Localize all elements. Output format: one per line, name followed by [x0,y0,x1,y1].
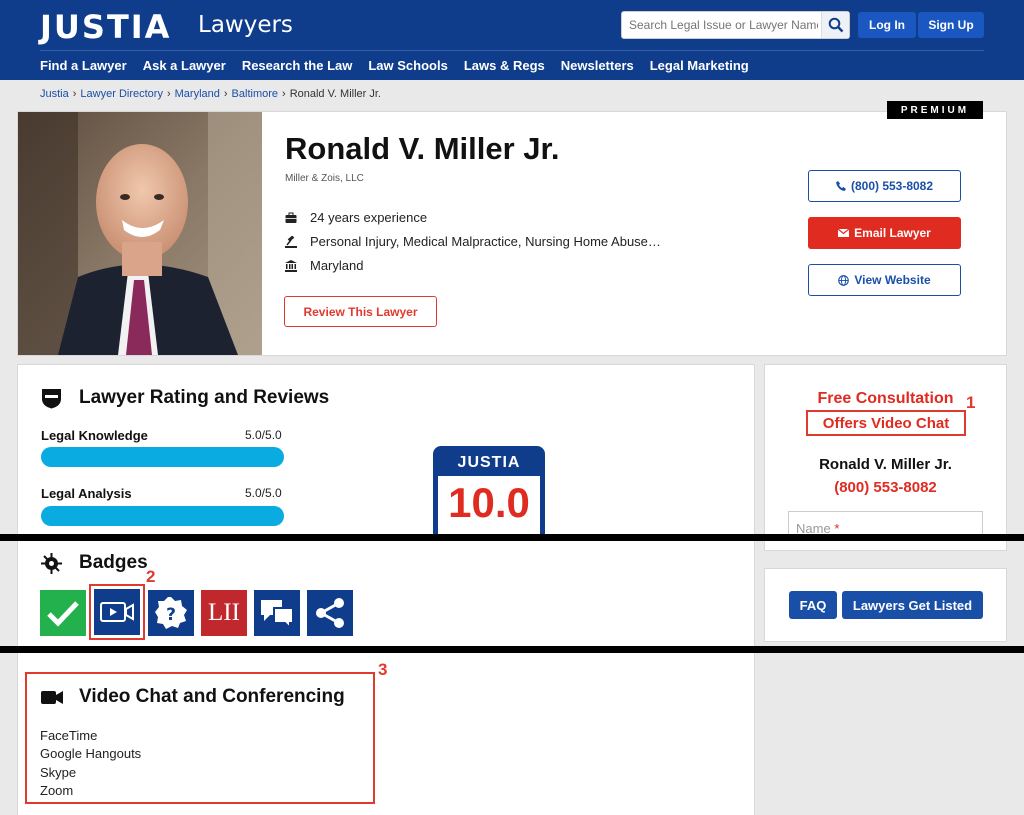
badges-title: Badges [79,552,148,573]
breadcrumb-directory[interactable]: Lawyer Directory [80,88,163,100]
firm-name[interactable]: Miller & Zois, LLC [285,173,364,184]
phone-button[interactable]: (800) 553-8082 [808,170,961,202]
nav-research-law[interactable]: Research the Law [242,58,353,73]
premium-badge: PREMIUM [887,101,983,119]
nav-law-schools[interactable]: Law Schools [368,58,447,73]
video-camera-icon [41,691,63,704]
score-value: 10.0 [438,476,540,534]
splice-divider [0,534,1024,541]
name-field-label: Name [796,521,831,535]
nav-find-lawyer[interactable]: Find a Lawyer [40,58,127,73]
offers-video-chat: Offers Video Chat [806,410,966,436]
share-icon[interactable] [307,590,353,636]
search-button[interactable] [821,12,849,38]
annotation-marker: 2 [146,567,156,586]
email-button-label: Email Lawyer [854,226,931,240]
nav-legal-marketing[interactable]: Legal Marketing [650,58,749,73]
contact-card-bottom [764,541,1007,551]
experience-text: 24 years experience [310,210,428,225]
badge-icon [41,553,62,574]
logo-subtitle[interactable]: Lawyers [198,12,293,38]
video-app-list: FaceTime Google Hangouts Skype Zoom [40,727,141,800]
breadcrumb-separator: › [282,88,286,100]
header-divider [40,50,984,51]
search-input[interactable] [622,12,818,38]
practice-row: Personal Injury, Medical Malpractice, Nu… [285,234,661,249]
verified-check-icon[interactable] [40,590,86,636]
chat-bubbles-icon[interactable] [254,590,300,636]
nav-laws-regs[interactable]: Laws & Regs [464,58,545,73]
globe-icon [838,274,850,286]
nav-newsletters[interactable]: Newsletters [561,58,634,73]
courthouse-icon [285,259,297,272]
list-item: FaceTime [40,728,98,743]
faq-button[interactable]: FAQ [789,591,837,619]
view-website-button[interactable]: View Website [808,264,961,296]
score-label: JUSTIA [457,454,521,471]
rating-label: Legal Analysis [41,486,132,501]
briefcase-icon [285,212,297,223]
annotation-marker: 1 [966,393,976,412]
gavel-icon [285,235,297,248]
rating-title: Lawyer Rating and Reviews [79,387,330,408]
lawyer-name: Ronald V. Miller Jr. [285,131,560,166]
lii-label: LII [208,599,240,626]
practice-areas[interactable]: Personal Injury, Medical Malpractice, Nu… [310,234,661,249]
rating-value: 5.0/5.0 [245,486,282,500]
breadcrumb: Justia › Lawyer Directory › Maryland › Balt… [40,88,381,100]
breadcrumb-baltimore[interactable]: Baltimore [232,88,278,100]
rating-bar [41,447,284,467]
portrait-image [18,112,262,355]
question-icon[interactable]: ? [148,590,194,636]
signup-button[interactable]: Sign Up [918,12,984,38]
rating-label: Legal Knowledge [41,428,148,443]
name-field[interactable]: Name * [788,511,983,535]
list-item: Google Hangouts [40,746,142,762]
phone-button-label: (800) 553-8082 [850,179,934,193]
location-text[interactable]: Maryland [310,258,363,273]
lii-icon[interactable]: LII [201,590,247,636]
required-mark: * [834,521,840,535]
breadcrumb-justia[interactable]: Justia [40,88,69,100]
splice-divider [0,646,1024,653]
svg-text:?: ? [166,605,176,625]
site-header: JUSTIA Lawyers Log In Sign Up Find a Law… [0,0,1024,80]
sidebar-phone[interactable]: (800) 553-8082 [764,479,1007,496]
video-chat-title: Video Chat and Conferencing [79,686,345,707]
justia-logo[interactable]: JUSTIA [40,8,171,46]
lawyer-photo [18,112,262,355]
location-row: Maryland [285,258,363,273]
annotation-marker: 3 [378,660,388,679]
search-icon [828,17,843,33]
breadcrumb-maryland[interactable]: Maryland [175,88,220,100]
breadcrumb-separator: › [166,88,171,100]
justia-score-badge[interactable]: JUSTIA 10.0 [433,446,545,534]
list-item: Skype [40,764,77,780]
review-lawyer-button[interactable]: Review This Lawyer [284,296,437,327]
main-nav: Find a Lawyer Ask a Lawyer Research the … [40,58,749,73]
lawyers-get-listed-button[interactable]: Lawyers Get Listed [842,591,983,619]
email-lawyer-button[interactable]: Email Lawyer [808,217,961,249]
breadcrumb-separator: › [223,88,228,100]
login-button[interactable]: Log In [858,12,916,38]
breadcrumb-separator: › [72,88,77,100]
envelope-icon [838,229,850,237]
rating-bar [41,506,284,526]
nav-ask-lawyer[interactable]: Ask a Lawyer [143,58,226,73]
list-item: Zoom [40,782,74,798]
experience-row: 24 years experience [285,210,427,225]
website-button-label: View Website [854,273,931,287]
breadcrumb-current: Ronald V. Miller Jr. [289,88,381,100]
sidebar-lawyer-name: Ronald V. Miller Jr. [819,456,952,473]
search-box [621,11,850,39]
video-chat-icon[interactable] [94,589,140,635]
shield-icon [42,389,61,409]
rating-value: 5.0/5.0 [245,428,282,442]
phone-icon [835,181,846,191]
